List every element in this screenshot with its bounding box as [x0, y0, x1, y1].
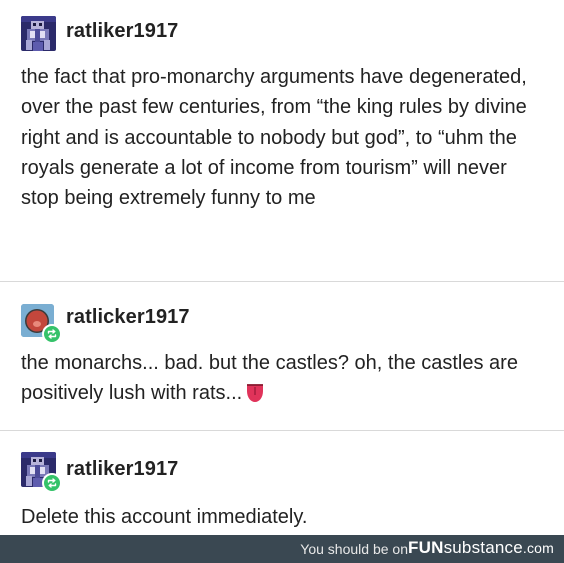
- post-original: ratliker1917 the fact that pro-monarchy …: [0, 0, 564, 282]
- post-username[interactable]: ratliker1917: [66, 458, 178, 481]
- watermark-brand[interactable]: FUNsubstance.com: [408, 538, 554, 558]
- pixel-knight-avatar-icon[interactable]: [21, 16, 56, 51]
- brand-prefix: FUN: [408, 538, 444, 557]
- reblog-icon: [42, 324, 62, 344]
- post-body-text: the monarchs... bad. but the castles? oh…: [21, 352, 518, 405]
- post-divider: [0, 281, 564, 282]
- brand-suffix: substance: [443, 538, 523, 557]
- tongue-emoji-icon: [244, 381, 266, 412]
- post-username[interactable]: ratlicker1917: [66, 306, 190, 329]
- post-username[interactable]: ratliker1917: [66, 20, 178, 43]
- post-divider: [0, 430, 564, 431]
- post-reblog: ratliker1917 Delete this account immedia…: [0, 432, 564, 535]
- post-reblog: ratlicker1917 the monarchs... bad. but t…: [0, 283, 564, 431]
- brand-domain: .com: [522, 540, 554, 556]
- watermark-text: You should be on: [300, 541, 408, 557]
- post-body-text: the fact that pro-monarchy arguments hav…: [21, 66, 527, 210]
- post-body-text: Delete this account immediately.: [21, 506, 308, 528]
- reblog-icon: [42, 473, 62, 493]
- watermark-bar: You should be on FUNsubstance.com: [0, 535, 564, 563]
- post-body: the monarchs... bad. but the castles? oh…: [21, 348, 550, 413]
